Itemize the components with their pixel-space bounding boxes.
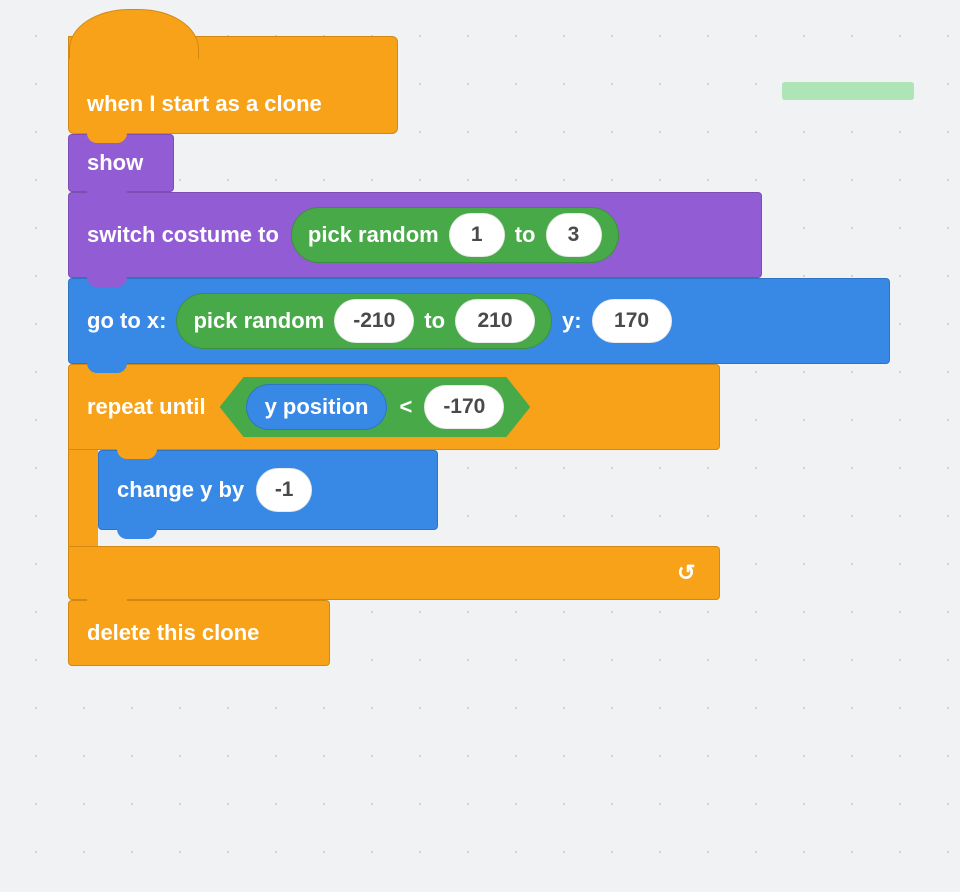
input-compare-value[interactable]: -170: [424, 385, 504, 429]
show-label: show: [87, 150, 143, 176]
operator-lt: <: [399, 394, 412, 420]
repeat-until-top[interactable]: repeat until y position < -170: [68, 364, 720, 450]
delete-clone-label: delete this clone: [87, 620, 259, 646]
input-change-y-value[interactable]: -1: [256, 468, 312, 512]
block-go-to-xy[interactable]: go to x: pick random -210 to 210 y: 170: [68, 278, 890, 364]
loop-arrow-icon: ↻: [677, 560, 695, 586]
input-random-to[interactable]: 3: [546, 213, 602, 257]
pick-random-to-label: to: [515, 222, 536, 248]
goto-x-label: go to x:: [87, 308, 166, 334]
goto-y-label: y:: [562, 308, 582, 334]
block-delete-this-clone[interactable]: delete this clone: [68, 600, 330, 666]
reporter-pick-random-costume[interactable]: pick random 1 to 3: [291, 207, 619, 263]
reporter-y-position[interactable]: y position: [246, 384, 388, 430]
c-block-repeat-until[interactable]: repeat until y position < -170 change y …: [68, 364, 720, 600]
switch-costume-label: switch costume to: [87, 222, 279, 248]
boolean-less-than[interactable]: y position < -170: [220, 377, 531, 437]
input-goto-y[interactable]: 170: [592, 299, 672, 343]
block-change-y-by[interactable]: change y by -1: [98, 450, 438, 530]
hat-when-start-as-clone[interactable]: when I start as a clone: [68, 36, 398, 134]
block-show[interactable]: show: [68, 134, 174, 192]
y-position-label: y position: [265, 394, 369, 420]
block-stack: when I start as a clone show switch cost…: [68, 36, 890, 666]
pick-random-label: pick random: [308, 222, 439, 248]
hat-bump: [69, 9, 199, 59]
pick-random-to-label-2: to: [424, 308, 445, 334]
hat-label: when I start as a clone: [87, 91, 322, 117]
repeat-until-bottom[interactable]: ↻: [68, 546, 720, 600]
change-y-label: change y by: [117, 477, 244, 503]
input-random-x-to[interactable]: 210: [455, 299, 535, 343]
input-random-x-from[interactable]: -210: [334, 299, 414, 343]
block-switch-costume[interactable]: switch costume to pick random 1 to 3: [68, 192, 762, 278]
repeat-until-label: repeat until: [87, 394, 206, 420]
pick-random-label-2: pick random: [193, 308, 324, 334]
reporter-pick-random-x[interactable]: pick random -210 to 210: [176, 293, 552, 349]
input-random-from[interactable]: 1: [449, 213, 505, 257]
